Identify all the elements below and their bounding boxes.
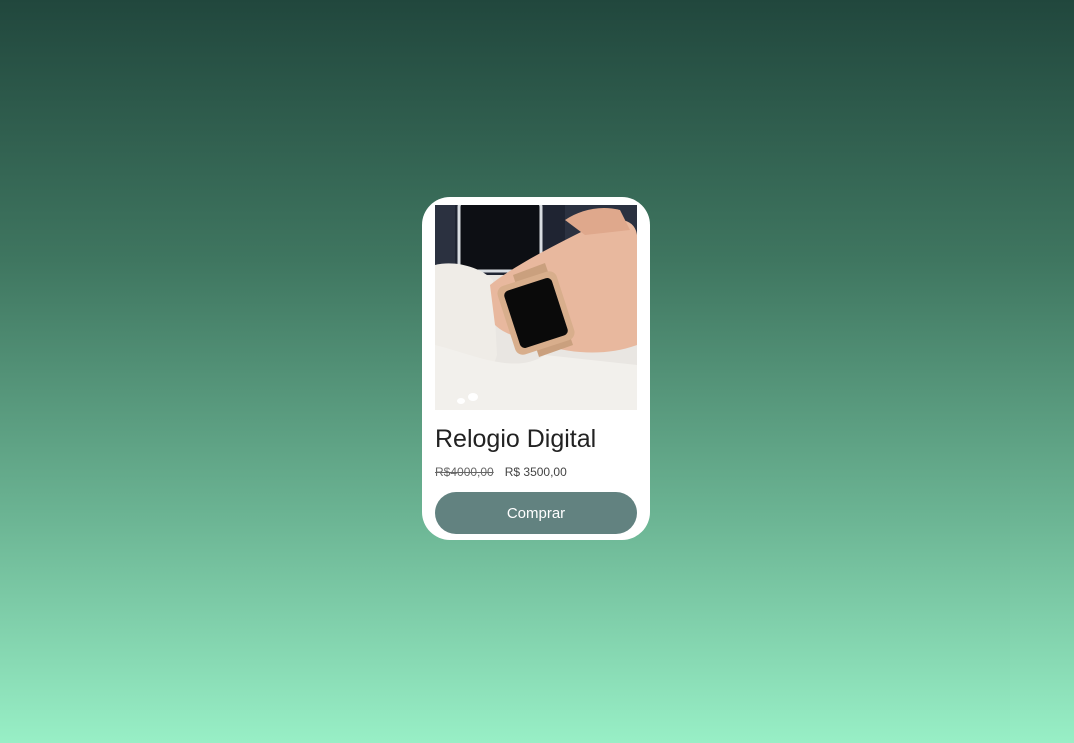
buy-button[interactable]: Comprar xyxy=(435,492,637,534)
product-card: Relogio Digital R$4000,00 R$ 3500,00 Com… xyxy=(422,197,650,540)
product-image xyxy=(435,205,637,410)
price-row: R$4000,00 R$ 3500,00 xyxy=(435,464,637,480)
product-title: Relogio Digital xyxy=(435,425,597,453)
old-price: R$4000,00 xyxy=(435,465,494,479)
new-price: R$ 3500,00 xyxy=(504,465,567,479)
